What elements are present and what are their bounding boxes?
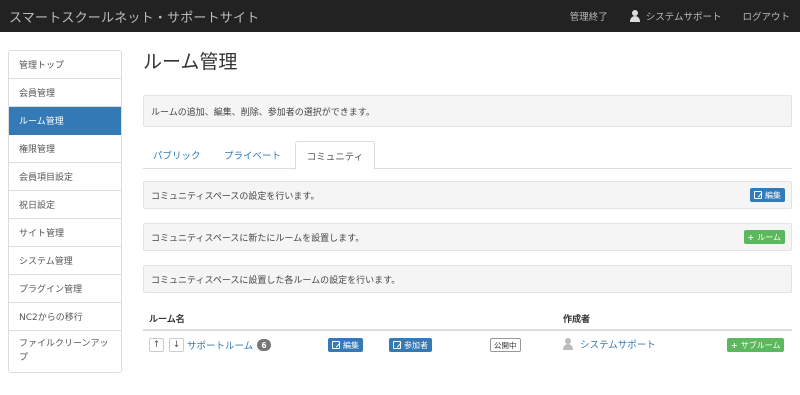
move-up-button[interactable]: ↑ xyxy=(149,338,164,352)
sidebar-item-site[interactable]: サイト管理 xyxy=(9,219,121,247)
space-edit-label: 編集 xyxy=(765,190,781,200)
admin-exit-link[interactable]: 管理終了 xyxy=(570,9,608,23)
admin-sidebar: 管理トップ 会員管理 ルーム管理 権限管理 会員項目設定 祝日設定 サイト管理 … xyxy=(8,50,122,373)
room-edit-button[interactable]: 編集 xyxy=(328,338,363,352)
status-badge: 公開中 xyxy=(490,338,521,352)
sidebar-item-members[interactable]: 会員管理 xyxy=(9,79,121,107)
page-title: ルーム管理 xyxy=(143,51,238,73)
space-edit-button[interactable]: 編集 xyxy=(750,188,785,202)
column-header-room-name: ルーム名 xyxy=(149,315,185,325)
add-subroom-label: サブルーム xyxy=(740,340,781,350)
room-name-link[interactable]: サポートルーム xyxy=(187,338,253,352)
add-room-label: ルーム xyxy=(757,232,781,242)
sidebar-item-member-fields[interactable]: 会員項目設定 xyxy=(9,163,121,191)
sidebar-item-permissions[interactable]: 権限管理 xyxy=(9,135,121,163)
arrow-down-icon: ↓ xyxy=(172,340,181,350)
edit-icon xyxy=(332,341,340,349)
add-subroom-button[interactable]: + サブルーム xyxy=(727,338,785,352)
creator-name: システムサポート xyxy=(580,340,656,351)
plus-icon: + xyxy=(731,340,738,350)
sidebar-item-system[interactable]: システム管理 xyxy=(9,247,121,275)
plus-icon: + xyxy=(747,232,755,242)
sidebar-item-rooms[interactable]: ルーム管理 xyxy=(9,107,121,135)
space-settings-text: コミュニティスペースの設定を行います。 xyxy=(151,191,320,202)
user-icon xyxy=(629,10,641,22)
add-room-button[interactable]: + ルーム xyxy=(743,230,785,244)
edit-icon xyxy=(393,341,401,349)
add-room-panel: コミュニティスペースに新たにルームを設置します。 + ルーム xyxy=(143,223,792,251)
member-count-badge: 6 xyxy=(257,339,271,351)
logout-link[interactable]: ログアウト xyxy=(742,9,790,23)
table-row: ↑ ↓ サポートルーム 6 編集 参加者 公開中 システムサポート + サブルー… xyxy=(143,331,792,359)
sidebar-item-nc2-migration[interactable]: NC2からの移行 xyxy=(9,303,121,331)
site-brand[interactable]: スマートスクールネット・サポートサイト xyxy=(9,7,259,26)
sidebar-item-holidays[interactable]: 祝日設定 xyxy=(9,191,121,219)
sidebar-item-file-cleanup[interactable]: ファイルクリーンアップ xyxy=(9,331,121,372)
tab-private[interactable]: プライベート xyxy=(214,141,291,169)
sidebar-item-admin-top[interactable]: 管理トップ xyxy=(9,51,121,79)
tab-public[interactable]: パブリック xyxy=(143,141,211,169)
system-support-label: システムサポート xyxy=(645,12,722,23)
space-tabs: パブリック プライベート コミュニティ xyxy=(143,141,792,170)
edit-icon xyxy=(754,191,762,199)
creator-link[interactable]: システムサポート xyxy=(562,337,656,351)
room-settings-panel: コミュニティスペースに設置した各ルームの設定を行います。 xyxy=(143,265,792,293)
column-header-creator: 作成者 xyxy=(563,315,591,325)
navbar-links: 管理終了 システムサポート ログアウト xyxy=(549,0,790,32)
room-members-button[interactable]: 参加者 xyxy=(389,338,432,352)
user-icon xyxy=(562,338,574,350)
space-settings-panel: コミュニティスペースの設定を行います。 編集 xyxy=(143,181,792,209)
tab-community[interactable]: コミュニティ xyxy=(295,141,375,170)
page-description: ルームの追加、編集、削除、参加者の選択ができます。 xyxy=(143,95,792,127)
move-down-button[interactable]: ↓ xyxy=(169,338,184,352)
room-members-label: 参加者 xyxy=(404,340,428,350)
add-room-text: コミュニティスペースに新たにルームを設置します。 xyxy=(151,233,365,244)
room-edit-label: 編集 xyxy=(343,340,359,350)
sidebar-item-plugins[interactable]: プラグイン管理 xyxy=(9,275,121,303)
room-settings-text: コミュニティスペースに設置した各ルームの設定を行います。 xyxy=(151,275,401,286)
arrow-up-icon: ↑ xyxy=(152,340,161,350)
system-support-link[interactable]: システムサポート xyxy=(629,9,722,23)
top-navbar: スマートスクールネット・サポートサイト 管理終了 システムサポート ログアウト xyxy=(0,0,800,32)
